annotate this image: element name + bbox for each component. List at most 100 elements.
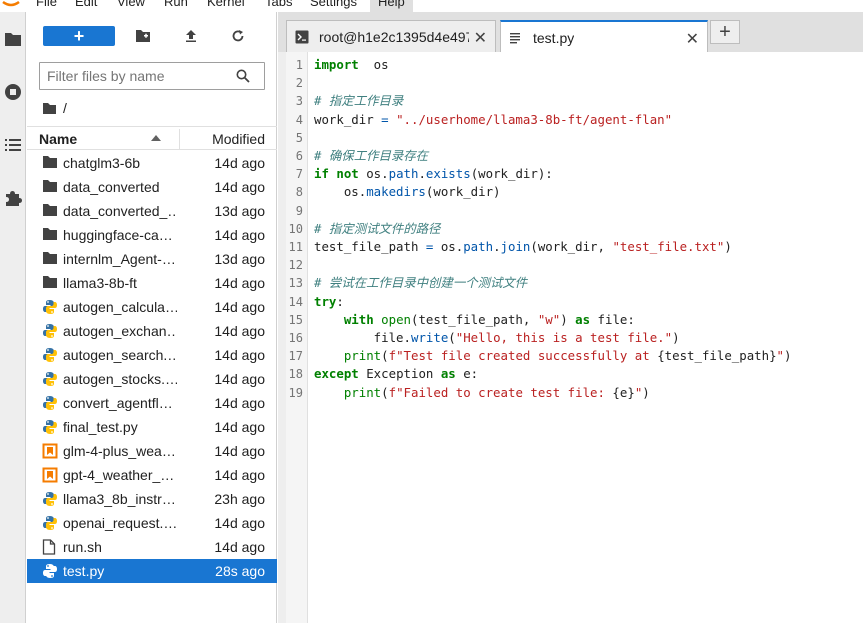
file-list-row[interactable]: autogen_calcula… 14d ago bbox=[27, 295, 277, 319]
code-token: ) bbox=[724, 239, 732, 254]
line-number: 19 bbox=[288, 385, 303, 400]
code-token: ) bbox=[560, 311, 576, 327]
menu-run[interactable]: Run bbox=[164, 0, 188, 9]
file-modified: 14d ago bbox=[214, 155, 265, 171]
code-token: "Hello, this is a test file." bbox=[455, 330, 673, 345]
code-line: test_file_path = os.path.join(work_dir, … bbox=[314, 238, 732, 256]
file-modified: 14d ago bbox=[214, 179, 265, 195]
sort-ascending-icon bbox=[151, 135, 161, 141]
file-modified: 14d ago bbox=[214, 539, 265, 555]
add-tab-button[interactable]: + bbox=[710, 20, 740, 44]
file-name: run.sh bbox=[63, 539, 102, 555]
refresh-button[interactable] bbox=[227, 26, 249, 46]
filter-box bbox=[39, 62, 265, 90]
file-list-row[interactable]: gpt-4_weather_… 14d ago bbox=[27, 463, 277, 487]
code-line: if not os.path.exists(work_dir): bbox=[314, 165, 553, 183]
new-launcher-button[interactable]: + bbox=[43, 26, 115, 46]
menu-kernel[interactable]: Kernel bbox=[207, 0, 245, 9]
extensions-tab[interactable] bbox=[0, 183, 26, 213]
upload-icon bbox=[186, 30, 196, 42]
code-token: {test_file_path} bbox=[657, 348, 777, 364]
folder-icon[interactable] bbox=[42, 102, 57, 115]
column-resize-handle[interactable] bbox=[179, 129, 180, 149]
file-list-row[interactable]: autogen_exchan… 14d ago bbox=[27, 319, 277, 343]
modified-column-header[interactable]: Modified bbox=[212, 131, 265, 147]
file-modified: 14d ago bbox=[214, 515, 265, 531]
code-token: . bbox=[418, 166, 426, 182]
file-list-row[interactable]: run.sh 14d ago bbox=[27, 535, 277, 559]
tab-terminal[interactable]: root@h1e2c1395d4e497a9 ✕ bbox=[286, 20, 496, 52]
menu-tabs[interactable]: Tabs bbox=[265, 0, 292, 9]
file-list-row[interactable]: autogen_stocks.… 14d ago bbox=[27, 367, 277, 391]
line-number: 3 bbox=[295, 94, 303, 109]
main-dock-area: root@h1e2c1395d4e497a9 ✕ test.py ✕ + 123… bbox=[278, 12, 863, 623]
tab-label: root@h1e2c1395d4e497a9 bbox=[319, 29, 469, 45]
file-list-row[interactable]: convert_agentfl… 14d ago bbox=[27, 391, 277, 415]
file-browser-tab[interactable] bbox=[0, 24, 26, 54]
line-number: 11 bbox=[288, 240, 303, 254]
code-line: # 指定工作目录 bbox=[314, 92, 403, 110]
menu-edit[interactable]: Edit bbox=[75, 0, 97, 9]
file-list-row[interactable]: huggingface-ca… 14d ago bbox=[27, 223, 277, 247]
notebook-file-icon bbox=[42, 443, 58, 459]
folder-icon bbox=[42, 227, 58, 243]
code-token: path bbox=[388, 166, 419, 182]
table-of-contents-tab[interactable] bbox=[0, 130, 26, 160]
file-list-row[interactable]: internlm_Agent-… 13d ago bbox=[27, 247, 277, 271]
code-token: f"Test file created successfully at bbox=[388, 348, 658, 364]
code-line: try: bbox=[314, 293, 344, 311]
file-list-row[interactable]: glm-4-plus_wea… 14d ago bbox=[27, 439, 277, 463]
code-token: open bbox=[373, 311, 411, 327]
file-list-row[interactable]: llama3_8b_instr… 23h ago bbox=[27, 487, 277, 511]
line-number: 8 bbox=[295, 185, 303, 200]
file-name: final_test.py bbox=[63, 419, 138, 435]
code-token: os. bbox=[358, 166, 389, 182]
line-number: 5 bbox=[295, 130, 303, 145]
file-name: huggingface-ca… bbox=[63, 227, 173, 243]
code-line: # 尝试在工作目录中创建一个测试文件 bbox=[314, 274, 527, 292]
filter-files-input[interactable] bbox=[47, 67, 232, 85]
line-number-gutter: 1 2 3 4 5 6 7 8 9 10 11 12 13 14 15 16 17 18 19 bbox=[286, 52, 308, 623]
file-list-row[interactable]: llama3-8b-ft 14d ago bbox=[27, 271, 277, 295]
breadcrumb: / bbox=[42, 99, 67, 117]
file-list-row[interactable]: data_converted 14d ago bbox=[27, 175, 277, 199]
close-icon[interactable]: ✕ bbox=[686, 29, 699, 49]
file-name: convert_agentfl… bbox=[63, 395, 173, 411]
folder-icon bbox=[42, 203, 58, 219]
file-modified: 14d ago bbox=[214, 443, 265, 459]
new-folder-button[interactable] bbox=[132, 26, 154, 46]
left-activity-bar bbox=[0, 12, 26, 623]
code-token: "test_file.txt" bbox=[612, 239, 725, 254]
file-list-row[interactable]: final_test.py 14d ago bbox=[27, 415, 277, 439]
upload-button[interactable] bbox=[180, 26, 202, 46]
tab-test-py[interactable]: test.py ✕ bbox=[500, 20, 708, 52]
text-file-icon bbox=[510, 33, 520, 44]
code-editor[interactable]: 1 2 3 4 5 6 7 8 9 10 11 12 13 14 15 16 17 18 19 import os #… bbox=[286, 52, 863, 623]
file-list-row[interactable]: data_converted_… 13d ago bbox=[27, 199, 277, 223]
file-list-row[interactable]: autogen_search.… 14d ago bbox=[27, 343, 277, 367]
close-icon[interactable]: ✕ bbox=[474, 28, 487, 48]
file-list-row[interactable]: test.py 28s ago bbox=[27, 559, 277, 583]
breadcrumb-path[interactable]: / bbox=[63, 100, 67, 116]
menu-view[interactable]: View bbox=[117, 0, 145, 9]
file-name: autogen_search.… bbox=[63, 347, 177, 363]
menu-help[interactable]: Help bbox=[370, 0, 413, 12]
menu-file[interactable]: File bbox=[36, 0, 57, 9]
name-column-header[interactable]: Name bbox=[39, 131, 77, 147]
code-line: work_dir = "../userhome/llama3-8b-ft/age… bbox=[314, 111, 672, 129]
line-number: 16 bbox=[288, 331, 303, 345]
file-name: llama3_8b_instr… bbox=[63, 491, 176, 507]
file-name: internlm_Agent-… bbox=[63, 251, 176, 267]
file-modified: 14d ago bbox=[214, 227, 265, 243]
code-token: (work_dir, bbox=[530, 239, 613, 254]
menu-settings[interactable]: Settings bbox=[310, 0, 357, 9]
line-number: 15 bbox=[288, 312, 303, 327]
code-token: e: bbox=[455, 366, 479, 382]
running-sessions-tab[interactable] bbox=[0, 77, 26, 107]
file-list-row[interactable]: openai_request.… 14d ago bbox=[27, 511, 277, 535]
file-list-row[interactable]: chatglm3-6b 14d ago bbox=[27, 151, 277, 175]
line-number: 13 bbox=[288, 276, 303, 291]
